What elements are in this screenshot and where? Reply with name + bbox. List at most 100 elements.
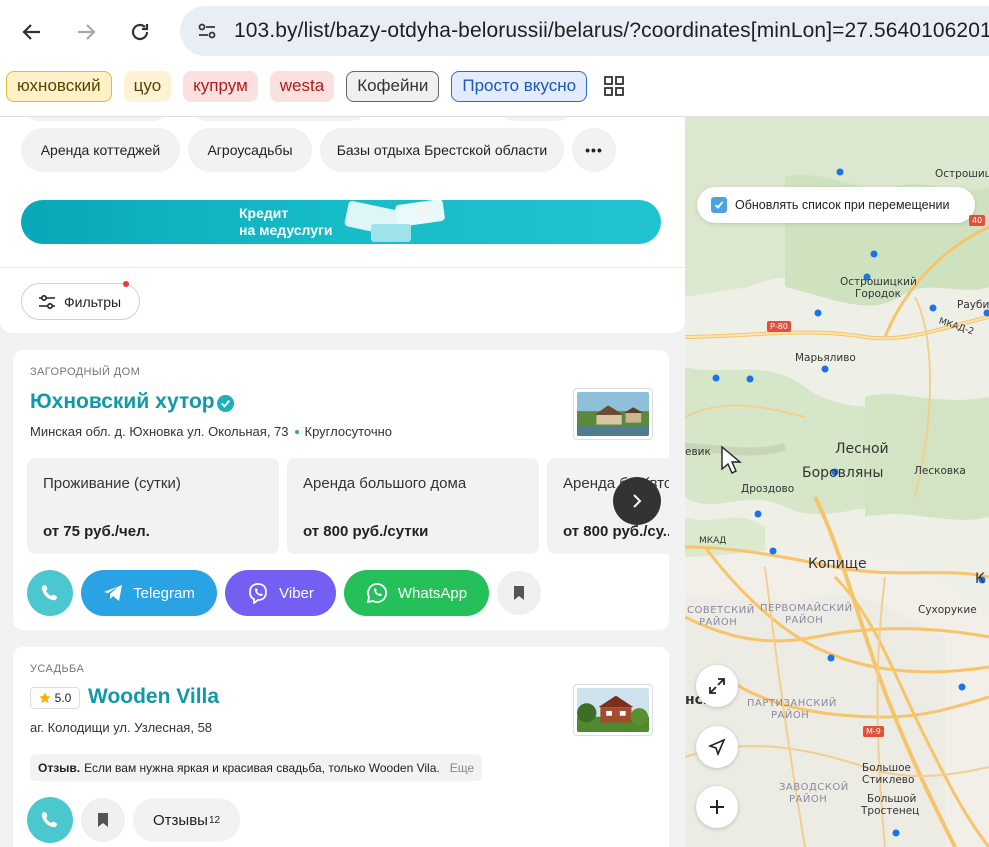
phone-icon [41, 585, 57, 601]
locate-me-button[interactable] [696, 726, 738, 768]
bookmark-yukhnovsky[interactable]: юхновский [6, 70, 112, 102]
map-label: Боровляны [802, 465, 884, 481]
listing-address: аг. Колодищи ул. Узлесная, 58 [30, 720, 213, 735]
listing-category: Усадьба [30, 663, 85, 675]
call-button[interactable] [27, 570, 73, 616]
rating-value: 5.0 [54, 691, 72, 705]
site-settings-icon[interactable] [192, 16, 222, 46]
review-more-link[interactable]: Еще [450, 761, 474, 775]
reviews-button[interactable]: Отзывы 12 [133, 798, 241, 842]
map-label: Марьяливо [795, 352, 856, 364]
bookmark-icon [98, 813, 108, 827]
road-sign-m9: М-9 [863, 726, 884, 737]
chip-row-overflow [21, 117, 661, 121]
bookmarks-bar: юхновский цуо купрум westa Кофейни Прост… [0, 62, 989, 110]
filters-button[interactable]: Фильтры [21, 283, 140, 320]
bookmark-prosto-vkusno[interactable]: Просто вкусно [451, 70, 588, 102]
update-on-move-toggle[interactable]: Обновлять список при перемещении [697, 187, 975, 223]
chip-bazy-brest[interactable]: Базы отдыха Брестской области [320, 128, 564, 172]
sliders-icon [39, 294, 55, 309]
listing-thumbnail[interactable] [573, 684, 653, 736]
review-snippet[interactable]: Отзыв. Если вам нужна яркая и красивая с… [30, 754, 483, 781]
rating-badge: 5.0 [30, 687, 80, 709]
viber-label: Viber [279, 584, 314, 602]
banner-text: Кредит на медуслуги [239, 205, 333, 239]
chevron-right-icon [633, 494, 642, 508]
listing-card-yukhnovsky: Загородный дом Юхновский хутор Минская о… [13, 350, 669, 630]
chip-more-button[interactable]: ••• [572, 128, 616, 172]
bookmark-westa[interactable]: westa [269, 70, 335, 102]
viber-button[interactable]: Viber [225, 570, 336, 616]
reload-button[interactable] [122, 14, 158, 50]
telegram-label: Telegram [133, 584, 195, 602]
chip-ghost [189, 117, 369, 121]
banner-cards-icon [344, 200, 445, 242]
verified-badge-icon [216, 394, 235, 413]
chip-arenda-kottedzhey[interactable]: Аренда коттеджей [21, 128, 180, 172]
villa-photo [577, 688, 649, 732]
map-label: Рауби [957, 299, 989, 311]
viber-icon [249, 583, 268, 604]
reviews-count: 12 [208, 814, 221, 826]
bookmark-button[interactable] [81, 798, 125, 842]
listing-card-wooden-villa: Усадьба 5.0 Wooden Villa аг. Колодищи ул… [13, 647, 669, 847]
listing-title[interactable]: Wooden Villa [88, 685, 219, 709]
hours-text: Круглосуточно [304, 424, 393, 439]
navigation-arrow-icon [708, 738, 726, 756]
map-label: Стиклево [862, 774, 915, 786]
contact-actions: Отзывы 12 [27, 797, 241, 843]
map-label: РАЙОН [771, 710, 810, 721]
review-text: Если вам нужна яркая и красивая свадьба,… [84, 760, 440, 775]
listing-address: Минская обл. д. Юхновка ул. Окольная, 73… [30, 424, 392, 439]
map-label: МКАД [699, 536, 727, 546]
map-label: ПАРТИЗАНСКИЙ [747, 698, 837, 709]
listing-title[interactable]: Юхновский хутор [30, 390, 215, 414]
map-label: РАЙОН [699, 617, 738, 628]
call-button[interactable] [27, 797, 73, 843]
address-text: Минская обл. д. Юхновка ул. Окольная, 73 [30, 424, 289, 439]
price-title: Проживание (сутки) [43, 475, 181, 492]
carousel-next-button[interactable] [613, 477, 661, 525]
map-label: Лесной [835, 441, 889, 457]
contact-actions: Telegram Viber WhatsApp [27, 570, 541, 616]
map-label: Городок [855, 288, 901, 300]
banner-line2: на медуслуги [239, 222, 333, 238]
fullscreen-button[interactable] [696, 665, 738, 707]
price-value: от 800 руб./сутки [303, 523, 429, 540]
chip-ghost [21, 117, 171, 121]
listing-thumbnail[interactable] [573, 388, 653, 440]
review-label: Отзыв. [38, 760, 81, 775]
toggle-label: Обновлять список при перемещении [735, 198, 950, 212]
zoom-in-button[interactable] [696, 786, 738, 828]
telegram-button[interactable]: Telegram [81, 570, 217, 616]
mouse-cursor-icon [721, 445, 742, 474]
promo-banner[interactable]: Кредит на медуслуги [21, 200, 661, 244]
checkbox-checked-icon[interactable] [711, 197, 727, 213]
whatsapp-icon [366, 583, 387, 604]
road-sign-40: 40 [969, 215, 986, 226]
map-label: Тростенец [861, 805, 920, 817]
url-text[interactable]: 103.by/list/bazy-otdyha-belorussii/belar… [234, 19, 989, 43]
price-tile[interactable]: Аренда большого дома от 800 руб./сутки [287, 458, 539, 554]
apps-grid-icon[interactable] [599, 71, 629, 101]
map-panel[interactable]: Обновлять список при перемещении Остроши… [685, 117, 989, 847]
whatsapp-button[interactable]: WhatsApp [344, 570, 489, 616]
price-carousel: Проживание (сутки) от 75 руб./чел. Аренд… [27, 458, 669, 554]
price-tile[interactable]: Проживание (сутки) от 75 руб./чел. [27, 458, 279, 554]
address-bar[interactable]: 103.by/list/bazy-otdyha-belorussii/belar… [180, 6, 989, 56]
filters-card: Аренда коттеджей Агроусадьбы Базы отдыха… [0, 117, 685, 333]
map-label: Острошицкий [840, 276, 917, 288]
bookmark-kofeyni[interactable]: Кофейни [346, 70, 440, 102]
bookmark-button[interactable] [497, 571, 541, 615]
map-label: К [975, 571, 985, 587]
bookmark-tsuo[interactable]: цуо [123, 70, 172, 102]
map-label: Острошиц [935, 168, 989, 180]
back-button[interactable] [14, 14, 50, 50]
bookmark-kuprum[interactable]: купрум [183, 70, 258, 102]
section-divider [0, 267, 685, 268]
chip-agrousadby[interactable]: Агроусадьбы [188, 128, 312, 172]
map-label: Большое [862, 762, 912, 774]
forward-button[interactable] [68, 14, 104, 50]
map-label: СОВЕТСКИЙ [687, 605, 755, 616]
banner-line1: Кредит [239, 205, 289, 221]
